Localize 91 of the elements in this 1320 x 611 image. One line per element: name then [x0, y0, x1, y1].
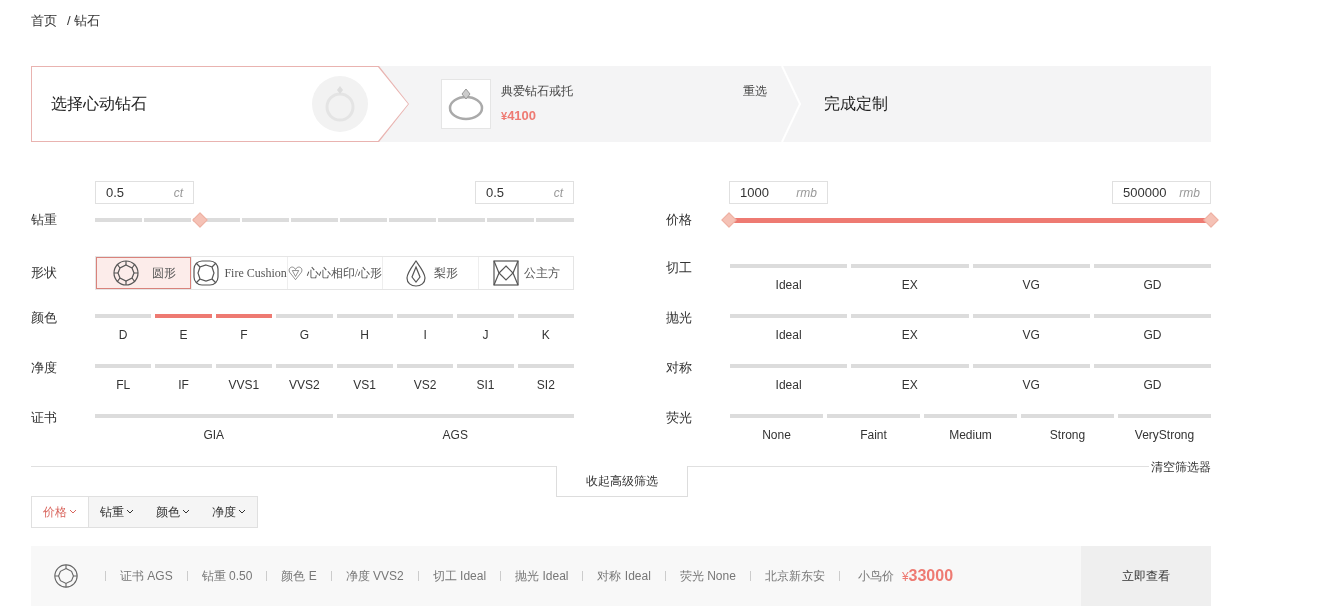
price-label: 小鸟价 [857, 568, 894, 585]
collapse-filters-button[interactable]: 收起高级筛选 [556, 466, 688, 497]
filter-option[interactable]: EX [851, 364, 969, 394]
sort-tab[interactable]: 净度 [201, 497, 257, 527]
diamond-shape-icon [192, 258, 221, 288]
filter-option[interactable]: SI1 [457, 364, 514, 394]
number-field[interactable]: 0.5 ct [475, 181, 574, 204]
shape-option[interactable]: 心心相印/心形 [286, 257, 383, 289]
filter-option[interactable]: GD [1093, 314, 1211, 344]
breadcrumb-link[interactable]: / 钻石 [67, 11, 101, 31]
filter-option[interactable]: VG [972, 264, 1090, 294]
filter-label: 净度 [31, 359, 58, 377]
result-price: ¥33000 [901, 566, 954, 586]
filter-option[interactable]: GIA [95, 414, 333, 444]
diamond-shape-icon [111, 258, 140, 288]
filter-option[interactable]: Medium [924, 414, 1017, 444]
step-title: 完成定制 [824, 94, 888, 114]
spec-text: 切工 Ideal [431, 568, 488, 585]
chevron-down-icon [126, 509, 134, 515]
filter-label: 切工 [666, 259, 693, 277]
filter-option[interactable]: I [396, 314, 454, 344]
number-field[interactable]: 1000 rmb [729, 181, 828, 204]
chevron-down-icon [182, 509, 190, 515]
spec-text: 颜色 E [280, 568, 318, 585]
spec-text: 抛光 Ideal [514, 568, 570, 585]
spec-text: 北京新东安 [763, 568, 826, 585]
filter-label: 荧光 [666, 409, 693, 427]
filter-option[interactable]: VVS1 [215, 364, 273, 394]
filter-label: 颜色 [31, 309, 58, 327]
filter-option[interactable]: G [276, 314, 333, 344]
shape-option[interactable]: Fire Cushion [191, 257, 287, 289]
slider-thumb[interactable] [1203, 212, 1219, 228]
filter-label: 钻重 [31, 211, 58, 229]
filter-label: 价格 [666, 211, 693, 229]
diamond-icon [53, 563, 79, 589]
filter-option[interactable]: EX [851, 314, 969, 344]
reselect-link[interactable]: 重选 [743, 82, 767, 100]
breadcrumb-link[interactable]: 首页 [31, 11, 57, 31]
sort-tab[interactable]: 颜色 [145, 497, 201, 527]
filter-option[interactable]: Ideal [730, 314, 848, 344]
filter-option[interactable]: Ideal [730, 364, 848, 394]
filter-option[interactable]: F [215, 314, 273, 344]
diamond-shape-icon [491, 258, 520, 288]
filter-option[interactable]: VVS2 [276, 364, 333, 394]
step-title: 选择心动钻石 [51, 94, 147, 114]
filter-label: 证书 [31, 409, 58, 427]
shape-option[interactable]: 公主方 [477, 257, 573, 289]
filter-option[interactable]: VG [972, 364, 1090, 394]
ring-icon [446, 86, 486, 122]
filter-option[interactable]: Ideal [730, 264, 848, 294]
spec-text: 钻重 0.50 [200, 568, 254, 585]
clear-filters-button[interactable]: 清空筛选器 [1149, 458, 1211, 476]
filter-option[interactable]: E [155, 314, 212, 344]
view-now-button[interactable]: 立即查看 [1081, 546, 1211, 606]
filter-label: 对称 [666, 359, 693, 377]
filter-label: 形状 [31, 264, 58, 283]
filter-option[interactable]: Strong [1021, 414, 1114, 444]
filter-option[interactable]: VS1 [336, 364, 393, 394]
slider-thumb[interactable] [721, 212, 737, 228]
filter-option[interactable]: K [517, 314, 574, 344]
spec-text: 荧光 None [678, 568, 737, 585]
filter-option[interactable]: VeryStrong [1118, 414, 1211, 444]
spec-text: 净度 VVS2 [344, 568, 405, 585]
chevron-down-icon [238, 509, 246, 515]
filter-option[interactable]: AGS [336, 414, 574, 444]
filter-option[interactable]: J [457, 314, 514, 344]
filter-option[interactable]: D [95, 314, 152, 344]
number-field[interactable]: 0.5 ct [95, 181, 194, 204]
chevron-down-icon [69, 509, 77, 515]
shape-option[interactable]: 圆形 [96, 257, 192, 289]
filter-option[interactable]: None [730, 414, 823, 444]
spec-text: 对称 Ideal [596, 568, 652, 585]
product-name: 典爱钻石戒托 [501, 83, 573, 100]
filter-option[interactable]: IF [155, 364, 212, 394]
filter-label: 抛光 [666, 309, 693, 327]
filter-option[interactable]: FL [95, 364, 152, 394]
step-card[interactable]: 选择心动钻石 [31, 66, 409, 142]
filter-option[interactable]: GD [1093, 264, 1211, 294]
filter-option[interactable]: H [336, 314, 393, 344]
product-price: ¥4100 [501, 107, 538, 125]
filter-option[interactable]: GD [1093, 364, 1211, 394]
shape-option[interactable]: 梨形 [382, 257, 478, 289]
filter-option[interactable]: VG [972, 314, 1090, 344]
sort-tab[interactable]: 钻重 [89, 497, 145, 527]
filter-option[interactable]: SI2 [517, 364, 574, 394]
filter-option[interactable]: EX [851, 264, 969, 294]
spec-text: 证书 AGS [119, 568, 174, 585]
filter-option[interactable]: VS2 [396, 364, 454, 394]
ring-icon [312, 76, 368, 132]
filter-option[interactable]: Faint [827, 414, 920, 444]
number-field[interactable]: 500000 rmb [1112, 181, 1211, 204]
